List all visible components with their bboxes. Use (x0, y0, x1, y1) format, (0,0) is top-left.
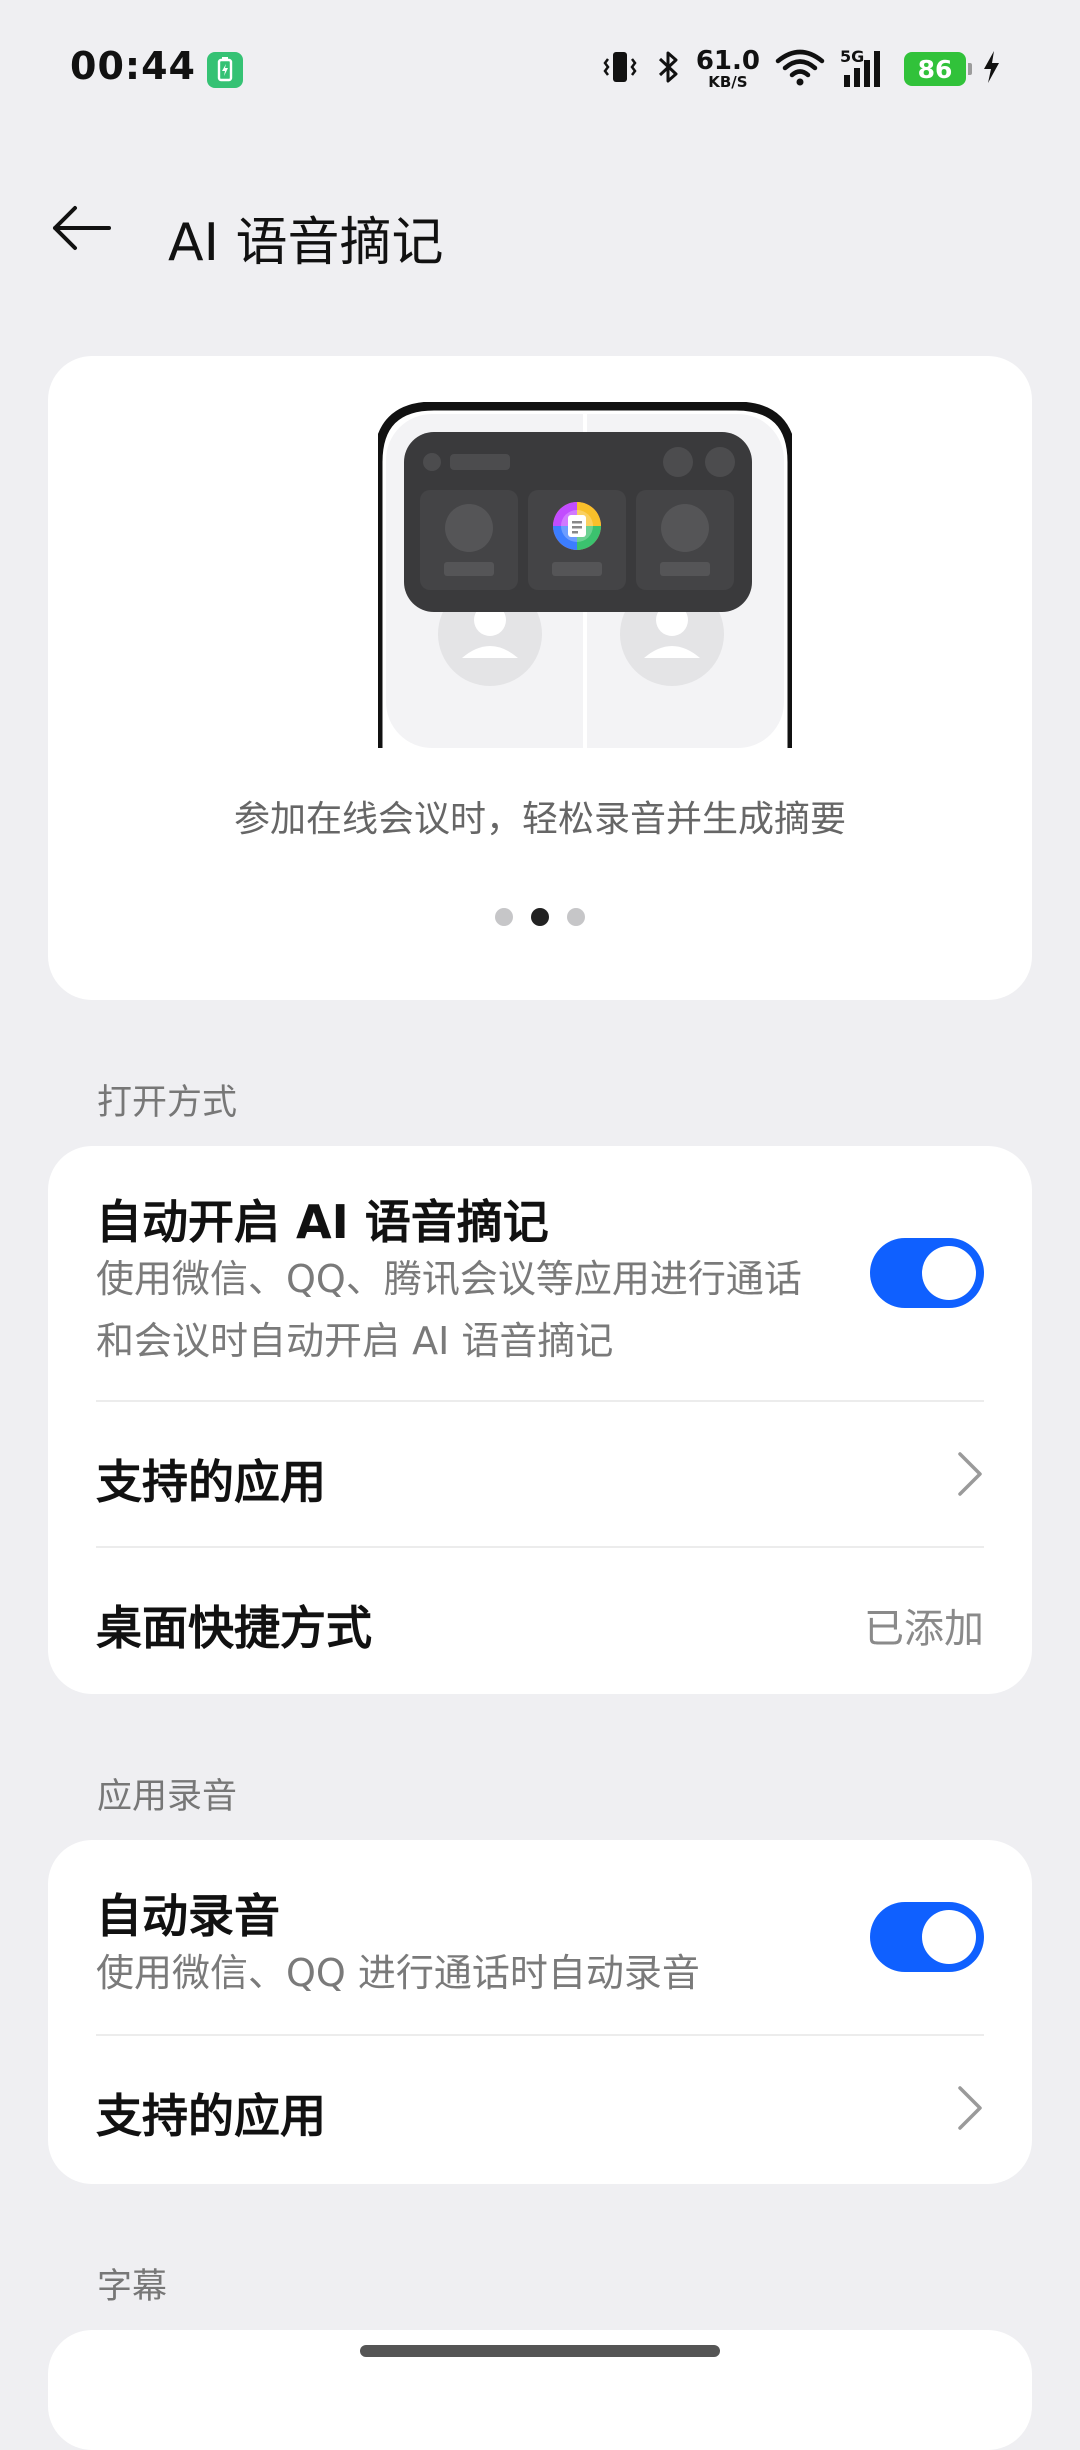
toggle-knob (922, 1910, 976, 1964)
status-icons: 61.0 KB/S 5G 86 (600, 44, 1002, 94)
carousel-pager (48, 908, 1032, 926)
status-bar: 00:44 61.0 KB/S 5G 86 (0, 0, 1080, 140)
battery-indicator: 86 (904, 52, 972, 86)
open-method-card: 自动开启 AI 语音摘记 使用微信、QQ、腾讯会议等应用进行通话和会议时自动开启… (48, 1146, 1032, 1694)
supported-apps-row[interactable]: 支持的应用 (96, 1402, 984, 1546)
home-indicator[interactable] (360, 2345, 720, 2357)
wifi-icon (774, 47, 826, 91)
section-label-open-method: 打开方式 (97, 1083, 238, 1123)
desktop-shortcut-status: 已添加 (864, 1606, 984, 1652)
network-speed-value: 61.0 (695, 46, 760, 76)
meeting-illustration (373, 401, 797, 748)
chevron-right-icon (956, 2084, 984, 2132)
vibrate-icon (600, 47, 640, 91)
back-arrow-icon (49, 203, 113, 257)
auto-record-row[interactable]: 自动录音 使用微信、QQ 进行通话时自动录音 (96, 1840, 984, 2034)
pager-dot-3[interactable] (567, 908, 585, 926)
recording-supported-apps-row[interactable]: 支持的应用 (96, 2036, 984, 2184)
auto-record-description: 使用微信、QQ 进行通话时自动录音 (96, 1951, 700, 1995)
desktop-shortcut-row[interactable]: 桌面快捷方式 已添加 (96, 1548, 984, 1694)
auto-enable-toggle[interactable] (870, 1238, 984, 1308)
desktop-shortcut-title: 桌面快捷方式 (96, 1601, 372, 1655)
auto-record-toggle[interactable] (870, 1902, 984, 1972)
back-button[interactable] (46, 198, 116, 262)
page-title: AI 语音摘记 (168, 213, 444, 273)
supported-apps-title: 支持的应用 (96, 1455, 326, 1509)
status-time: 00:44 (70, 44, 196, 88)
feature-caption: 参加在线会议时，轻松录音并生成摘要 (233, 799, 846, 840)
recording-supported-apps-title: 支持的应用 (96, 2089, 326, 2143)
cellular-signal-icon: 5G (840, 47, 890, 91)
pager-dot-2-active[interactable] (531, 908, 549, 926)
charging-bolt-icon (980, 47, 1002, 91)
pager-dot-1[interactable] (495, 908, 513, 926)
section-label-app-recording: 应用录音 (97, 1777, 238, 1817)
bluetooth-icon (654, 47, 682, 91)
auto-enable-description: 使用微信、QQ、腾讯会议等应用进行通话和会议时自动开启 AI 语音摘记 (96, 1257, 802, 1363)
auto-enable-ai-notes-row[interactable]: 自动开启 AI 语音摘记 使用微信、QQ、腾讯会议等应用进行通话和会议时自动开启… (96, 1146, 984, 1400)
app-header: AI 语音摘记 (0, 180, 1080, 280)
network-speed: 61.0 KB/S (696, 48, 760, 90)
section-label-subtitles: 字幕 (97, 2267, 168, 2307)
chevron-right-icon (956, 1450, 984, 1498)
feature-carousel[interactable]: 参加在线会议时，轻松录音并生成摘要 (48, 356, 1032, 1000)
toggle-knob (922, 1246, 976, 1300)
network-speed-unit: KB/S (708, 73, 748, 91)
auto-enable-title: 自动开启 AI 语音摘记 (96, 1195, 549, 1249)
app-recording-card: 自动录音 使用微信、QQ 进行通话时自动录音 支持的应用 (48, 1840, 1032, 2184)
battery-saver-icon (207, 52, 243, 88)
auto-record-title: 自动录音 (96, 1889, 280, 1943)
